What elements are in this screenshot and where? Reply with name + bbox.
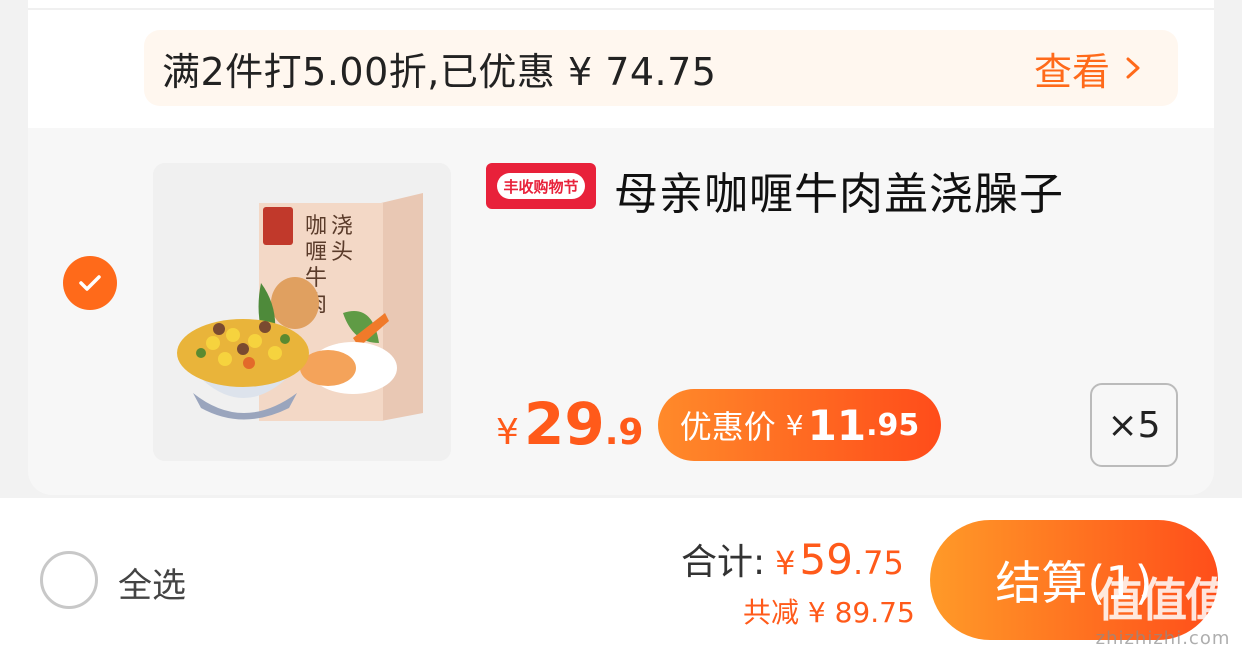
watermark-logo: 值值值 bbox=[1097, 573, 1231, 627]
svg-text:浇: 浇 bbox=[331, 214, 353, 239]
cart-item-card: 满2件打5.00折,已优惠 ¥ 74.75 查看 浇 头 咖 喱 牛 丰收购物节… bbox=[28, 0, 1214, 495]
checkout-bar: 全选 合计: ¥ 59.75 共减 ¥ 89.75 结算(1) bbox=[0, 498, 1242, 661]
svg-text:头: 头 bbox=[331, 240, 353, 265]
discount-currency: ¥ bbox=[785, 408, 804, 442]
original-price: ¥ 29.9 bbox=[496, 390, 643, 458]
total-label: 合计: bbox=[681, 542, 766, 583]
product-image[interactable]: 浇 头 咖 喱 牛 肉 bbox=[153, 163, 451, 461]
promo-text: 满2件打5.00折,已优惠 ¥ 74.75 bbox=[162, 49, 717, 94]
select-all-label[interactable]: 全选 bbox=[118, 558, 186, 607]
price-currency: ¥ bbox=[496, 412, 519, 453]
total-decimal: .75 bbox=[852, 544, 904, 582]
watermark-url: zhizhizhi.com bbox=[1095, 628, 1231, 649]
total-saved: 共减 ¥ 89.75 bbox=[743, 596, 915, 629]
price-integer: 29 bbox=[524, 390, 605, 458]
price-decimal: .9 bbox=[604, 412, 644, 453]
checkmark-icon bbox=[79, 275, 101, 291]
promo-section: 满2件打5.00折,已优惠 ¥ 74.75 查看 bbox=[28, 0, 1214, 128]
svg-text:喱: 喱 bbox=[305, 240, 327, 265]
discount-integer: 11 bbox=[807, 400, 867, 450]
discount-price-pill: 优惠价 ¥ 11.95 bbox=[658, 389, 941, 461]
svg-text:咖: 咖 bbox=[305, 214, 327, 239]
select-all-radio[interactable] bbox=[40, 551, 98, 609]
promo-view-label: 查看 bbox=[1033, 49, 1110, 94]
curry-beef-package-image: 浇 头 咖 喱 牛 肉 bbox=[153, 163, 451, 461]
promo-view-link[interactable]: 查看 bbox=[1034, 41, 1144, 96]
festival-badge-label: 丰收购物节 bbox=[497, 173, 585, 199]
product-title[interactable]: 母亲咖喱牛肉盖浇臊子 bbox=[614, 158, 1064, 222]
total-integer: 59 bbox=[799, 535, 853, 584]
chevron-right-icon bbox=[1126, 57, 1140, 79]
festival-badge: 丰收购物节 bbox=[486, 163, 596, 209]
discount-decimal: .95 bbox=[866, 407, 920, 443]
discount-label: 优惠价 bbox=[679, 408, 776, 446]
quantity-selector[interactable]: ×5 bbox=[1090, 383, 1178, 467]
site-watermark: 值值值 zhizhizhi.com bbox=[1088, 572, 1238, 658]
divider bbox=[28, 8, 1214, 10]
total-currency: ¥ bbox=[775, 544, 796, 582]
item-checkbox[interactable] bbox=[63, 256, 117, 310]
promo-banner[interactable]: 满2件打5.00折,已优惠 ¥ 74.75 查看 bbox=[144, 30, 1178, 106]
total-price: 合计: ¥ 59.75 bbox=[681, 533, 904, 585]
